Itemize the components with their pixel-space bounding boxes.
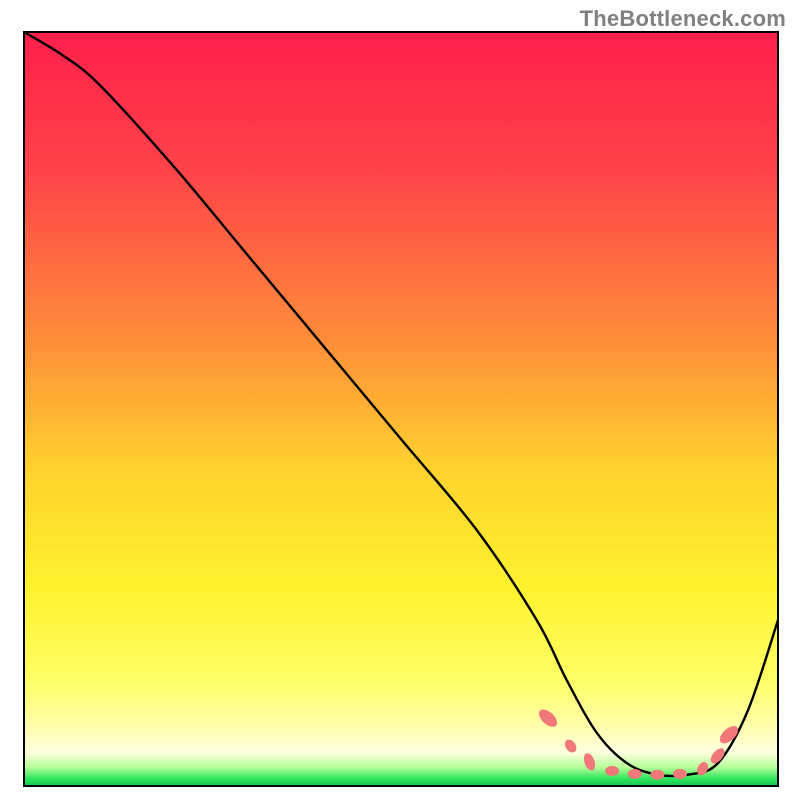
chart-root: TheBottleneck.com [0, 0, 800, 800]
bottleneck-chart [0, 0, 800, 800]
sweet-spot-marker [673, 769, 687, 779]
gradient-background [24, 32, 778, 786]
sweet-spot-marker [650, 770, 664, 780]
attribution-text: TheBottleneck.com [580, 6, 786, 32]
sweet-spot-marker [628, 769, 642, 779]
sweet-spot-marker [605, 766, 619, 776]
